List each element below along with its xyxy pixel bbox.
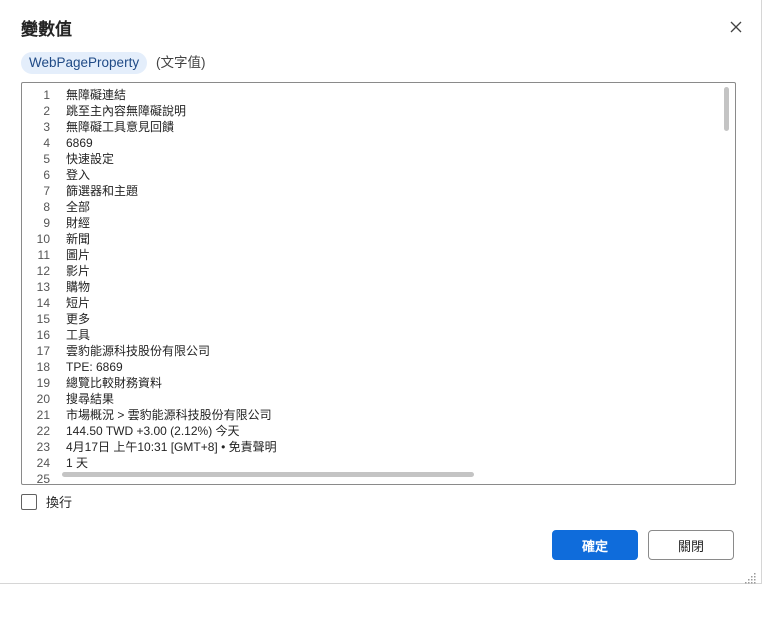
line-number: 9: [43, 216, 50, 230]
text-line: 16 工具: [22, 327, 735, 343]
line-number: 8: [43, 200, 50, 214]
word-wrap-toggle[interactable]: 換行: [21, 492, 72, 511]
variable-value-dialog: 變數值 WebPageProperty (文字值) 1 無障礙連結 2 跳至主內容無障…: [0, 0, 762, 584]
dialog-title: 變數值: [21, 20, 72, 39]
line-number: 3: [43, 120, 50, 134]
text-line: 17 雲豹能源科技股份有限公司: [22, 343, 735, 359]
close-icon[interactable]: [724, 15, 748, 39]
word-wrap-checkbox[interactable]: [21, 493, 37, 510]
text-lines: 1 無障礙連結 2 跳至主內容無障礙說明 3 無障礙工具意見回饋 4 6869 5 快速設定 6 登入…: [22, 87, 735, 485]
text-line: 2 跳至主內容無障礙說明: [22, 103, 735, 119]
text-line: 19 總覽比較財務資料: [22, 375, 735, 391]
line-number: 21: [36, 408, 50, 422]
line-number: 16: [36, 328, 50, 342]
line-number: 24: [36, 456, 50, 470]
line-number: 12: [36, 264, 50, 278]
vertical-scrollbar[interactable]: [724, 87, 729, 131]
text-line: 21 市場概況 > 雲豹能源科技股份有限公司: [22, 407, 735, 423]
line-number: 2: [43, 104, 50, 118]
text-line: 14 短片: [22, 295, 735, 311]
line-number: 20: [36, 392, 50, 406]
line-text: 市場概況 > 雲豹能源科技股份有限公司: [66, 408, 272, 422]
line-text: 購物: [66, 280, 91, 294]
text-line: 24 1 天: [22, 455, 735, 471]
text-line: 9 財經: [22, 215, 735, 231]
line-text: 1 天: [66, 456, 89, 470]
line-number: 17: [36, 344, 50, 358]
text-line: 8 全部: [22, 199, 735, 215]
line-text: 快速設定: [66, 152, 115, 166]
line-number: 18: [36, 360, 50, 374]
line-text: 財經: [66, 216, 91, 230]
line-text: 雲豹能源科技股份有限公司: [66, 344, 211, 358]
ok-button[interactable]: 確定: [552, 530, 638, 560]
line-number: 14: [36, 296, 50, 310]
line-text: TPE: 6869: [66, 360, 123, 374]
variable-type-label: (文字值): [156, 55, 206, 70]
text-line: 10 新聞: [22, 231, 735, 247]
line-number: 4: [43, 136, 50, 150]
line-text: 6869: [66, 136, 93, 150]
close-button[interactable]: 關閉: [648, 530, 734, 560]
text-line: 20 搜尋結果: [22, 391, 735, 407]
text-line: 3 無障礙工具意見回饋: [22, 119, 735, 135]
line-number: 10: [36, 232, 50, 246]
line-text: 登入: [66, 168, 91, 182]
text-line: 11 圖片: [22, 247, 735, 263]
line-number: 19: [36, 376, 50, 390]
word-wrap-label: 換行: [46, 495, 73, 510]
line-number: 22: [36, 424, 50, 438]
line-text: 短片: [66, 296, 91, 310]
text-line: 4 6869: [22, 135, 735, 151]
variable-name-chip: WebPageProperty: [21, 52, 148, 74]
line-number: 13: [36, 280, 50, 294]
value-text-area[interactable]: 1 無障礙連結 2 跳至主內容無障礙說明 3 無障礙工具意見回饋 4 6869 5 快速設定 6 登入…: [21, 82, 736, 485]
line-text: 跳至主內容無障礙說明: [66, 104, 187, 118]
line-number: 6: [43, 168, 50, 182]
line-text: 4月17日 上午10:31 [GMT+8] • 免責聲明: [66, 440, 277, 454]
text-line: 23 4月17日 上午10:31 [GMT+8] • 免責聲明: [22, 439, 735, 455]
line-text: 144.50 TWD +3.00 (2.12%) 今天: [66, 424, 240, 438]
line-text: 圖片: [66, 248, 91, 262]
line-number: 11: [37, 248, 50, 262]
text-line: 18 TPE: 6869: [22, 359, 735, 375]
resize-grip-icon[interactable]: [745, 572, 757, 584]
line-text: 工具: [66, 328, 91, 342]
line-number: 7: [43, 184, 50, 198]
line-number: 25: [36, 472, 50, 485]
line-number: 1: [43, 88, 50, 102]
line-number: 15: [36, 312, 50, 326]
text-line: 6 登入: [22, 167, 735, 183]
horizontal-scrollbar[interactable]: [62, 472, 474, 477]
line-number: 23: [36, 440, 50, 454]
line-text: 篩選器和主題: [66, 184, 139, 198]
text-line: 12 影片: [22, 263, 735, 279]
text-line: 1 無障礙連結: [22, 87, 735, 103]
line-text: 搜尋結果: [66, 392, 115, 406]
text-line: 5 快速設定: [22, 151, 735, 167]
line-text: 無障礙工具意見回饋: [66, 120, 175, 134]
line-text: 無障礙連結: [66, 88, 127, 102]
text-line: 13 購物: [22, 279, 735, 295]
text-line: 22 144.50 TWD +3.00 (2.12%) 今天: [22, 423, 735, 439]
text-line: 15 更多: [22, 311, 735, 327]
line-number: 5: [43, 152, 50, 166]
line-text: 更多: [66, 312, 91, 326]
line-text: 總覽比較財務資料: [66, 376, 163, 390]
line-text: 新聞: [66, 232, 91, 246]
text-line: 7 篩選器和主題: [22, 183, 735, 199]
line-text: 全部: [66, 200, 91, 214]
line-text: 影片: [66, 264, 91, 278]
